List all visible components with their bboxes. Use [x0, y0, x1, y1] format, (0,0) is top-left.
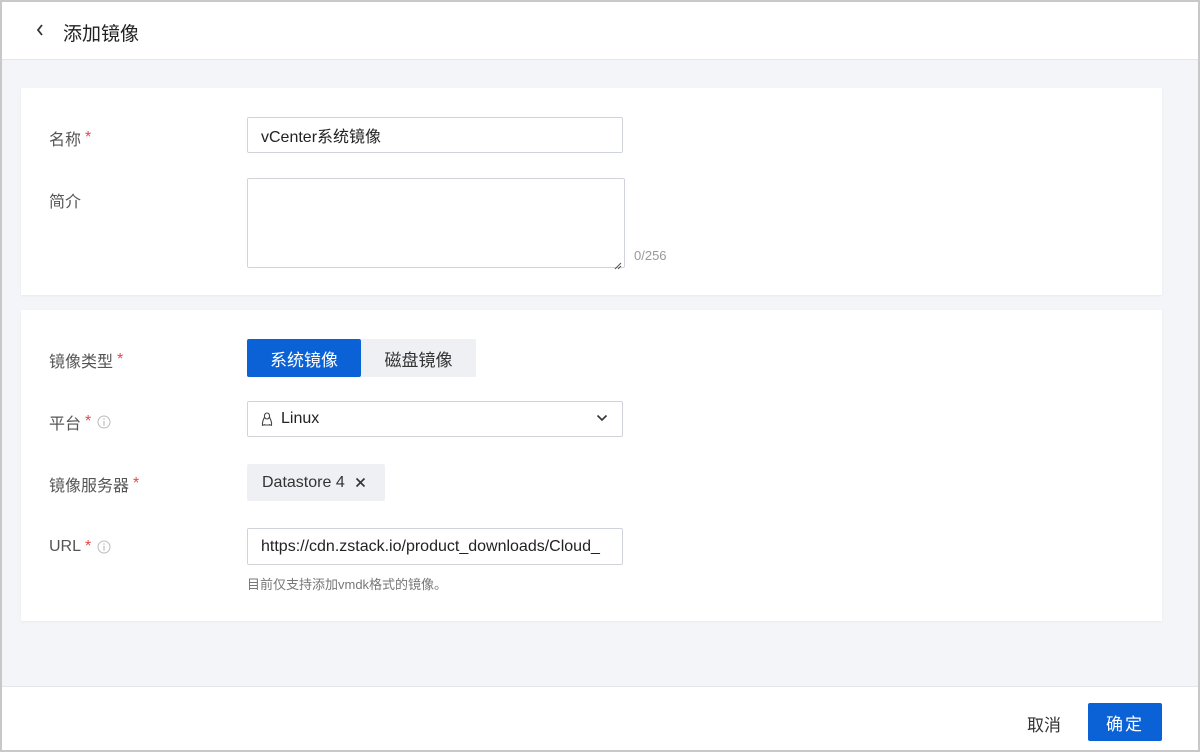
image-server-tag: Datastore 4: [247, 464, 385, 501]
dialog-frame: 添加镜像 名称 * vCenter系统镜像 简介 0/256 镜像类型 * 系统镜像…: [0, 0, 1200, 752]
close-icon[interactable]: [355, 477, 366, 488]
url-hint: 目前仅支持添加vmdk格式的镜像。: [247, 577, 448, 592]
image-type-disk-button[interactable]: 磁盘镜像: [361, 339, 476, 377]
name-input-value: vCenter系统镜像: [261, 129, 382, 146]
chevron-down-icon: [596, 414, 608, 422]
platform-value: Linux: [281, 410, 320, 427]
resize-handle-icon[interactable]: [614, 257, 622, 270]
basic-info-card: 名称 * vCenter系统镜像 简介 0/256: [21, 88, 1162, 295]
page-title: 添加镜像: [63, 24, 140, 45]
image-type-switch: 系统镜像 磁盘镜像: [247, 339, 476, 377]
linux-penguin-icon: [261, 411, 273, 427]
footer-bar: 取消 确定: [2, 686, 1198, 750]
image-server-tag-label: Datastore 4: [262, 473, 345, 491]
description-textarea[interactable]: [247, 178, 625, 270]
page-header: 添加镜像: [2, 2, 1198, 60]
name-label: 名称 *: [49, 129, 92, 149]
description-label: 简介: [49, 194, 82, 211]
image-type-label: 镜像类型 *: [49, 351, 124, 371]
required-mark: *: [117, 351, 124, 368]
image-type-system-button[interactable]: 系统镜像: [247, 339, 361, 377]
image-server-label: 镜像服务器 *: [49, 475, 140, 495]
info-icon[interactable]: [97, 540, 111, 554]
url-input-value: https://cdn.zstack.io/product_downloads/…: [261, 537, 600, 555]
image-config-card: 镜像类型 * 系统镜像 磁盘镜像 平台 * Linux 镜像服务器 * Datasto…: [21, 310, 1162, 621]
url-input[interactable]: https://cdn.zstack.io/product_downloads/…: [247, 528, 623, 565]
name-input[interactable]: vCenter系统镜像: [247, 117, 623, 153]
required-mark: *: [85, 129, 92, 146]
description-counter: 0/256: [634, 248, 667, 263]
platform-label: 平台 *: [49, 410, 111, 434]
confirm-button[interactable]: 确定: [1088, 703, 1162, 741]
required-mark: *: [85, 413, 92, 430]
back-icon[interactable]: [32, 20, 48, 40]
platform-select[interactable]: Linux: [247, 401, 623, 437]
url-label: URL *: [49, 538, 111, 556]
required-mark: *: [85, 538, 92, 555]
cancel-button[interactable]: 取消: [1027, 711, 1061, 736]
info-icon[interactable]: [97, 415, 111, 429]
required-mark: *: [133, 475, 140, 492]
